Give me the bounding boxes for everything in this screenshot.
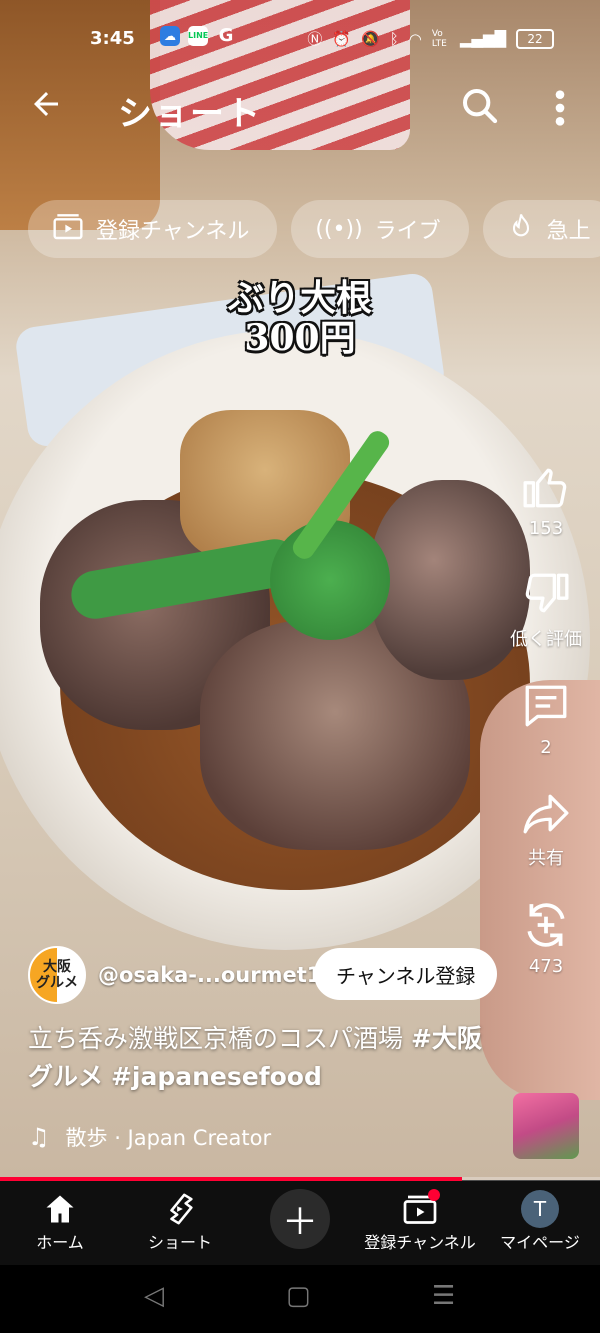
- nav-label: ホーム: [36, 1233, 84, 1252]
- alarm-icon: ⏰: [332, 29, 352, 48]
- avatar: T: [521, 1190, 559, 1228]
- music-row[interactable]: ♫ 散歩 · Japan Creator: [28, 1122, 271, 1152]
- nav-shorts[interactable]: ショート: [120, 1189, 240, 1253]
- action-column: 153 低く評価 2 共有 473: [510, 462, 582, 1007]
- nav-subscriptions[interactable]: 登録チャンネル: [360, 1189, 480, 1253]
- video-greens: [270, 520, 390, 640]
- battery-icon: 22: [516, 28, 554, 49]
- status-app-icons: ☁ LINE G: [160, 26, 236, 46]
- chip-live[interactable]: ((•)) ライブ: [291, 200, 469, 258]
- system-nav-bar: ◁ ▢ ☰: [0, 1265, 600, 1333]
- video-caption-line: ぶり大根: [227, 277, 372, 319]
- wifi-icon: ◠: [408, 29, 422, 48]
- status-time: 3:45: [90, 28, 135, 49]
- like-count: 153: [528, 518, 564, 539]
- comment-button[interactable]: 2: [510, 681, 582, 758]
- video-fish: [370, 480, 530, 680]
- top-bar: ショート: [0, 78, 600, 138]
- video-description[interactable]: 立ち呑み激戦区京橋のコスパ酒場 #大阪グルメ #japanesefood: [28, 1020, 498, 1096]
- live-icon: ((•)): [315, 216, 363, 242]
- thumb-up-icon: [523, 468, 567, 508]
- share-button[interactable]: 共有: [510, 788, 582, 870]
- channel-row: 大阪 グルメ @osaka-...ourmet1: [28, 946, 321, 1004]
- status-bar: 3:45 ☁ LINE G Ⓝ ⏰ 🔕 ᛒ ◠ Vo LTE ▂▄▆█ 22: [0, 22, 600, 58]
- nav-mypage[interactable]: T マイページ: [480, 1189, 600, 1253]
- chip-label: 登録チャンネル: [96, 219, 250, 244]
- line-icon: LINE: [188, 26, 208, 46]
- filter-chips: 登録チャンネル ((•)) ライブ 急上: [28, 200, 600, 260]
- shorts-icon: [170, 1193, 193, 1225]
- volte-icon: Vo LTE: [431, 28, 447, 49]
- chip-label: ライブ: [374, 219, 441, 244]
- trending-icon: [507, 211, 535, 247]
- bluetooth-icon: ᛒ: [389, 29, 399, 48]
- comment-count: 2: [540, 737, 552, 758]
- avatar-text: 大阪: [43, 959, 71, 975]
- nav-label: 登録チャンネル: [364, 1233, 476, 1252]
- arrow-left-icon[interactable]: [28, 86, 64, 131]
- comment-icon: [525, 685, 567, 727]
- plus-icon: ＋: [281, 1202, 318, 1243]
- nav-label: マイページ: [500, 1233, 580, 1252]
- back-triangle-icon[interactable]: ◁: [144, 1281, 164, 1311]
- chip-label: 急上: [546, 219, 591, 244]
- description-text: 立ち呑み激戦区京橋のコスパ酒場: [28, 1024, 411, 1053]
- video-caption: ぶり大根 300円: [0, 278, 600, 358]
- thumb-down-icon: [525, 573, 569, 613]
- subscribe-button[interactable]: チャンネル登録: [314, 948, 498, 1000]
- chip-trending[interactable]: 急上: [482, 200, 600, 258]
- home-icon: [46, 1195, 74, 1223]
- nav-label: ショート: [147, 1233, 212, 1252]
- dislike-label: 低く評価: [510, 629, 582, 650]
- subscriptions-icon: [52, 210, 84, 248]
- status-right: Ⓝ ⏰ 🔕 ᛒ ◠ Vo LTE ▂▄▆█ 22: [307, 28, 554, 49]
- chip-subscriptions[interactable]: 登録チャンネル: [28, 200, 278, 258]
- video-caption-line: 300円: [244, 317, 356, 359]
- hashtag-link[interactable]: #japanesefood: [111, 1062, 322, 1091]
- remix-count: 473: [528, 956, 564, 977]
- google-icon: G: [218, 25, 234, 46]
- remix-icon: [527, 903, 565, 947]
- channel-avatar[interactable]: 大阪 グルメ: [28, 946, 86, 1004]
- channel-handle[interactable]: @osaka-...ourmet1: [98, 963, 321, 987]
- bottom-nav: ホーム ショート ＋ 登録チャンネル T マイページ: [0, 1181, 600, 1265]
- more-vertical-icon[interactable]: [550, 88, 570, 128]
- search-icon[interactable]: [460, 86, 500, 126]
- share-label: 共有: [528, 848, 564, 869]
- music-note-icon: ♫: [28, 1123, 50, 1151]
- home-square-icon[interactable]: ▢: [286, 1281, 311, 1311]
- signal-icon: ▂▄▆█: [459, 29, 506, 48]
- music-thumbnail[interactable]: [513, 1093, 579, 1159]
- nfc-icon: Ⓝ: [307, 30, 323, 48]
- notification-dot: [428, 1189, 440, 1201]
- recents-icon[interactable]: ☰: [432, 1281, 455, 1311]
- avatar-text: グルメ: [36, 975, 78, 991]
- music-text: 散歩 · Japan Creator: [65, 1126, 272, 1150]
- mute-icon: 🔕: [361, 29, 380, 48]
- remix-button[interactable]: 473: [510, 900, 582, 977]
- page-title: ショート: [118, 94, 262, 134]
- share-icon: [523, 794, 569, 834]
- weather-icon: ☁: [160, 26, 180, 46]
- like-button[interactable]: 153: [510, 462, 582, 539]
- nav-home[interactable]: ホーム: [0, 1189, 120, 1253]
- create-button[interactable]: ＋: [270, 1189, 330, 1249]
- dislike-button[interactable]: 低く評価: [510, 569, 582, 651]
